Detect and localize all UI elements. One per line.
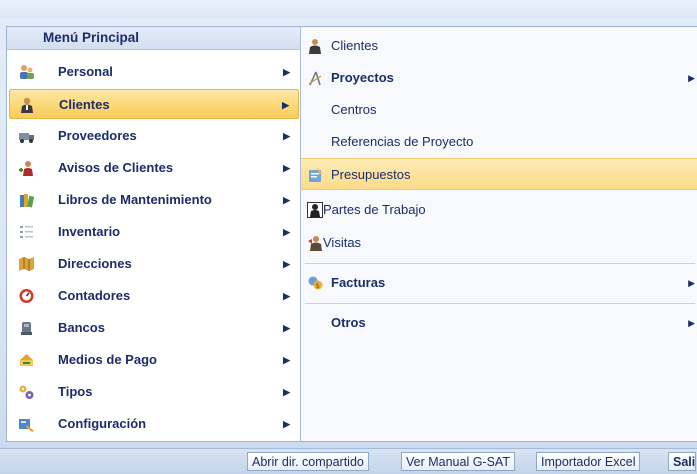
menu-item-label: Configuración xyxy=(58,416,147,431)
menu-item-label: Inventario xyxy=(58,224,121,239)
menu-item-bancos[interactable]: Bancos ▶ xyxy=(9,313,299,343)
submenu-arrow-icon: ▶ xyxy=(283,227,290,237)
submenu-item-label: Visitas xyxy=(323,235,362,250)
submenu-arrow-icon: ▶ xyxy=(688,278,695,288)
alert-person-icon xyxy=(19,161,33,176)
svg-text:$: $ xyxy=(316,282,320,290)
submenu-item-label: Partes de Trabajo xyxy=(323,202,426,217)
visit-icon xyxy=(308,236,322,251)
counter-gauge-icon xyxy=(19,289,34,303)
gears-icon xyxy=(19,385,34,399)
main-menu-panel: Menú Principal Personal ▶ Clientes ▶ Pro… xyxy=(7,27,301,441)
submenu-item-label: Clientes xyxy=(331,38,378,53)
menu-item-label: Bancos xyxy=(58,320,105,335)
menu-item-avisos-clientes[interactable]: Avisos de Clientes ▶ xyxy=(9,153,299,183)
invoice-icon: $ xyxy=(308,276,323,290)
submenu-item-partes-trabajo[interactable]: Partes de Trabajo xyxy=(301,194,697,226)
submenu-item-visitas[interactable]: Visitas xyxy=(301,227,697,259)
submenu-item-label: Referencias de Proyecto xyxy=(331,134,474,149)
people-icon xyxy=(20,65,34,79)
client-person-icon xyxy=(309,39,321,54)
submenu-item-clientes[interactable]: Clientes xyxy=(301,30,697,62)
menu-item-label: Proveedores xyxy=(58,128,137,143)
submenu-item-facturas[interactable]: $ Facturas ▶ xyxy=(301,267,697,299)
submenu-arrow-icon: ▶ xyxy=(283,355,290,365)
submenu-item-proyectos[interactable]: Proyectos ▶ xyxy=(301,62,697,94)
submenu-item-presupuestos[interactable]: Presupuestos xyxy=(301,158,697,190)
submenu-item-referencias-proyecto[interactable]: Referencias de Proyecto xyxy=(301,126,697,158)
submenu-item-label: Presupuestos xyxy=(331,167,411,182)
submenu-separator xyxy=(305,263,695,264)
books-icon xyxy=(20,194,35,208)
clientes-submenu: Clientes Proyectos ▶ Centros Referencias… xyxy=(301,27,697,441)
menu-item-direcciones[interactable]: Direcciones ▶ xyxy=(9,249,299,279)
submenu-arrow-icon: ▶ xyxy=(283,323,290,333)
menu-item-label: Medios de Pago xyxy=(58,352,157,367)
payment-icon xyxy=(20,354,33,366)
menu-item-contadores[interactable]: Contadores ▶ xyxy=(9,281,299,311)
submenu-item-centros[interactable]: Centros xyxy=(301,94,697,126)
menu-item-personal[interactable]: Personal ▶ xyxy=(9,57,299,87)
submenu-arrow-icon: ▶ xyxy=(283,259,290,269)
exit-button[interactable]: Sali xyxy=(668,452,697,471)
menu-item-label: Direcciones xyxy=(58,256,132,271)
submenu-arrow-icon: ▶ xyxy=(283,67,290,77)
menu-item-clientes[interactable]: Clientes ▶ xyxy=(9,89,299,119)
menu-item-configuracion[interactable]: Configuración ▶ xyxy=(9,409,299,439)
bank-icon xyxy=(21,322,32,335)
menu-item-proveedores[interactable]: Proveedores ▶ xyxy=(9,121,299,151)
open-shared-dir-button[interactable]: Abrir dir. compartido xyxy=(247,452,369,471)
submenu-item-label: Proyectos xyxy=(331,70,394,85)
submenu-item-label: Facturas xyxy=(331,275,386,290)
submenu-arrow-icon: ▶ xyxy=(688,318,695,328)
top-strip xyxy=(0,0,697,18)
menu-item-label: Tipos xyxy=(58,384,93,399)
menu-item-label: Avisos de Clientes xyxy=(58,160,174,175)
submenu-item-otros[interactable]: Otros ▶ xyxy=(301,307,697,339)
submenu-arrow-icon: ▶ xyxy=(283,195,290,205)
compass-icon xyxy=(308,71,322,86)
submenu-arrow-icon: ▶ xyxy=(283,163,290,173)
menu-item-medios-pago[interactable]: Medios de Pago ▶ xyxy=(9,345,299,375)
map-icon xyxy=(19,257,34,271)
worker-icon xyxy=(307,202,323,218)
bottom-toolbar: Abrir dir. compartido Ver Manual G-SAT I… xyxy=(0,448,697,474)
menu-item-tipos[interactable]: Tipos ▶ xyxy=(9,377,299,407)
budget-icon xyxy=(309,168,322,182)
client-person-icon xyxy=(21,97,33,113)
view-manual-button[interactable]: Ver Manual G-SAT xyxy=(401,452,515,471)
submenu-arrow-icon: ▶ xyxy=(283,419,290,429)
submenu-item-label: Otros xyxy=(331,315,366,330)
menu-item-label: Contadores xyxy=(58,288,131,303)
configuration-icon xyxy=(19,419,34,432)
submenu-arrow-icon: ▶ xyxy=(283,291,290,301)
menu-item-libros-mantenimiento[interactable]: Libros de Mantenimiento ▶ xyxy=(9,185,299,215)
excel-importer-button[interactable]: Importador Excel xyxy=(536,452,641,471)
submenu-arrow-icon: ▶ xyxy=(282,100,289,110)
submenu-arrow-icon: ▶ xyxy=(283,387,290,397)
truck-icon xyxy=(19,133,34,143)
menu-item-label: Personal xyxy=(58,64,113,79)
menu-item-inventario[interactable]: Inventario ▶ xyxy=(9,217,299,247)
submenu-item-label: Centros xyxy=(331,102,377,117)
main-menu-title: Menú Principal xyxy=(7,27,300,50)
menu-item-label: Libros de Mantenimiento xyxy=(58,192,212,207)
submenu-arrow-icon: ▶ xyxy=(283,131,290,141)
submenu-arrow-icon: ▶ xyxy=(688,73,695,83)
menu-item-label: Clientes xyxy=(59,97,110,112)
inventory-list-icon xyxy=(20,226,33,238)
submenu-separator xyxy=(305,303,695,304)
